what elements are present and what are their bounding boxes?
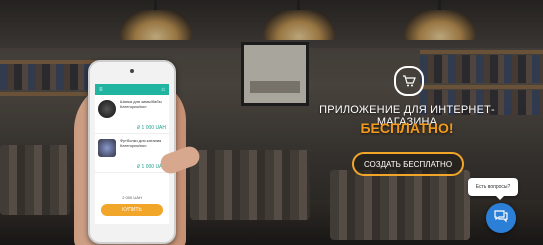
product-name: Футболки для катания Категория/пол bbox=[120, 138, 162, 148]
menu-icon[interactable]: ≡ bbox=[99, 87, 103, 93]
hero-subheadline: БЕСПЛАТНО! bbox=[360, 120, 454, 136]
cart-icon bbox=[394, 66, 424, 96]
app-header: ≡ ⌂ bbox=[95, 84, 169, 95]
phone-mockup: ≡ ⌂ Шапка для зимы/бабы Категория/пол ₽ … bbox=[88, 60, 176, 244]
chat-prompt-bubble[interactable]: Есть вопросы? bbox=[468, 178, 518, 200]
product-item[interactable]: Футболки для катания Категория/пол ₽ 1 0… bbox=[95, 136, 169, 173]
buy-button[interactable]: КУПИТЬ bbox=[101, 204, 163, 216]
chat-icon bbox=[493, 208, 509, 229]
hero-banner: ≡ ⌂ Шапка для зимы/бабы Категория/пол ₽ … bbox=[0, 0, 543, 245]
phone-screen: ≡ ⌂ Шапка для зимы/бабы Категория/пол ₽ … bbox=[95, 84, 169, 224]
home-icon[interactable]: ⌂ bbox=[161, 87, 165, 93]
create-free-button[interactable]: СОЗДАТЬ БЕСПЛАТНО bbox=[352, 152, 464, 176]
cart-total: 2 000 UAH bbox=[122, 195, 142, 200]
product-item[interactable]: Шапка для зимы/бабы Категория/пол ₽ 1 00… bbox=[95, 97, 169, 134]
product-thumbnail bbox=[98, 139, 116, 157]
phone-camera bbox=[130, 69, 134, 73]
chat-button[interactable] bbox=[486, 203, 516, 233]
product-thumbnail bbox=[98, 100, 116, 118]
product-price: ₽ 1 000 UAH bbox=[136, 125, 166, 131]
product-name: Шапка для зимы/бабы Категория/пол bbox=[120, 99, 162, 109]
